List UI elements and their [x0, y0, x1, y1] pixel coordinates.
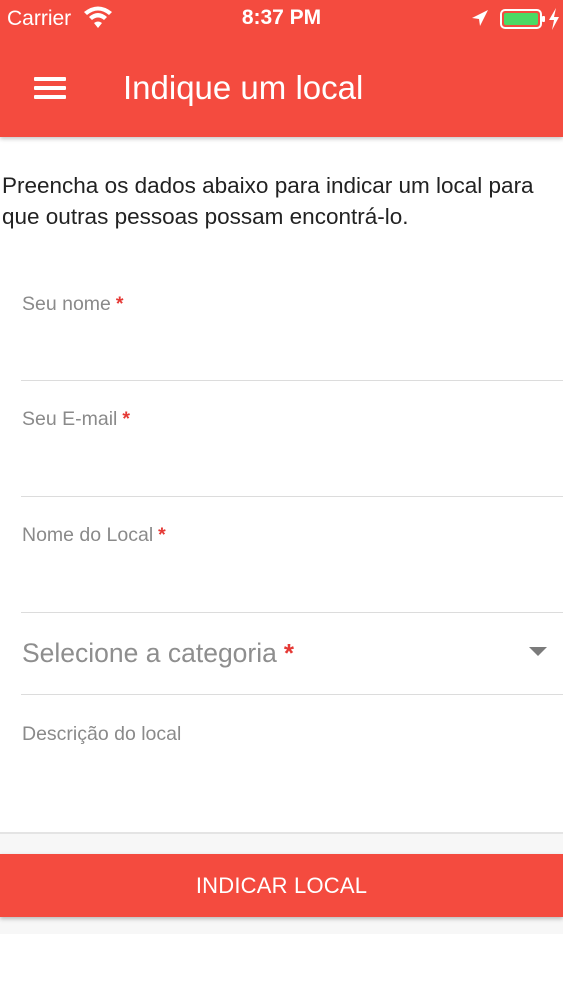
place-name-label: Nome do Local * — [22, 524, 166, 546]
description-label: Descrição do local — [22, 723, 182, 745]
required-mark: * — [115, 293, 124, 315]
name-label: Seu nome * — [22, 293, 124, 315]
description-field[interactable]: Descrição do local — [21, 696, 563, 831]
submit-button[interactable]: INDICAR LOCAL — [0, 854, 563, 917]
page-title: Indique um local — [123, 69, 364, 106]
battery-icon — [500, 9, 545, 29]
chevron-down-icon[interactable] — [529, 647, 547, 656]
status-bar: Carrier 8:37 PM — [0, 0, 563, 38]
email-input[interactable] — [21, 456, 563, 492]
app-header: Carrier 8:37 PM Indique um local — [0, 0, 563, 137]
intro-text: Preencha os dados abaixo para indicar um… — [2, 173, 534, 229]
charging-icon — [549, 8, 559, 30]
location-arrow-icon — [472, 10, 488, 26]
menu-icon — [34, 77, 66, 81]
name-input[interactable] — [21, 340, 563, 376]
email-field[interactable]: Seu E-mail * — [21, 398, 563, 497]
required-mark: * — [122, 408, 130, 430]
name-field[interactable]: Seu nome * — [21, 283, 563, 381]
place-name-input[interactable] — [21, 572, 563, 608]
required-mark: * — [283, 638, 294, 668]
place-name-field[interactable]: Nome do Local * — [21, 514, 563, 613]
required-mark: * — [158, 524, 166, 546]
category-placeholder: Selecione a categoria * — [22, 638, 294, 668]
menu-button[interactable] — [26, 68, 74, 110]
description-input[interactable] — [21, 746, 563, 826]
category-select[interactable]: Selecione a categoria * — [21, 612, 563, 695]
email-label: Seu E-mail * — [22, 408, 130, 430]
